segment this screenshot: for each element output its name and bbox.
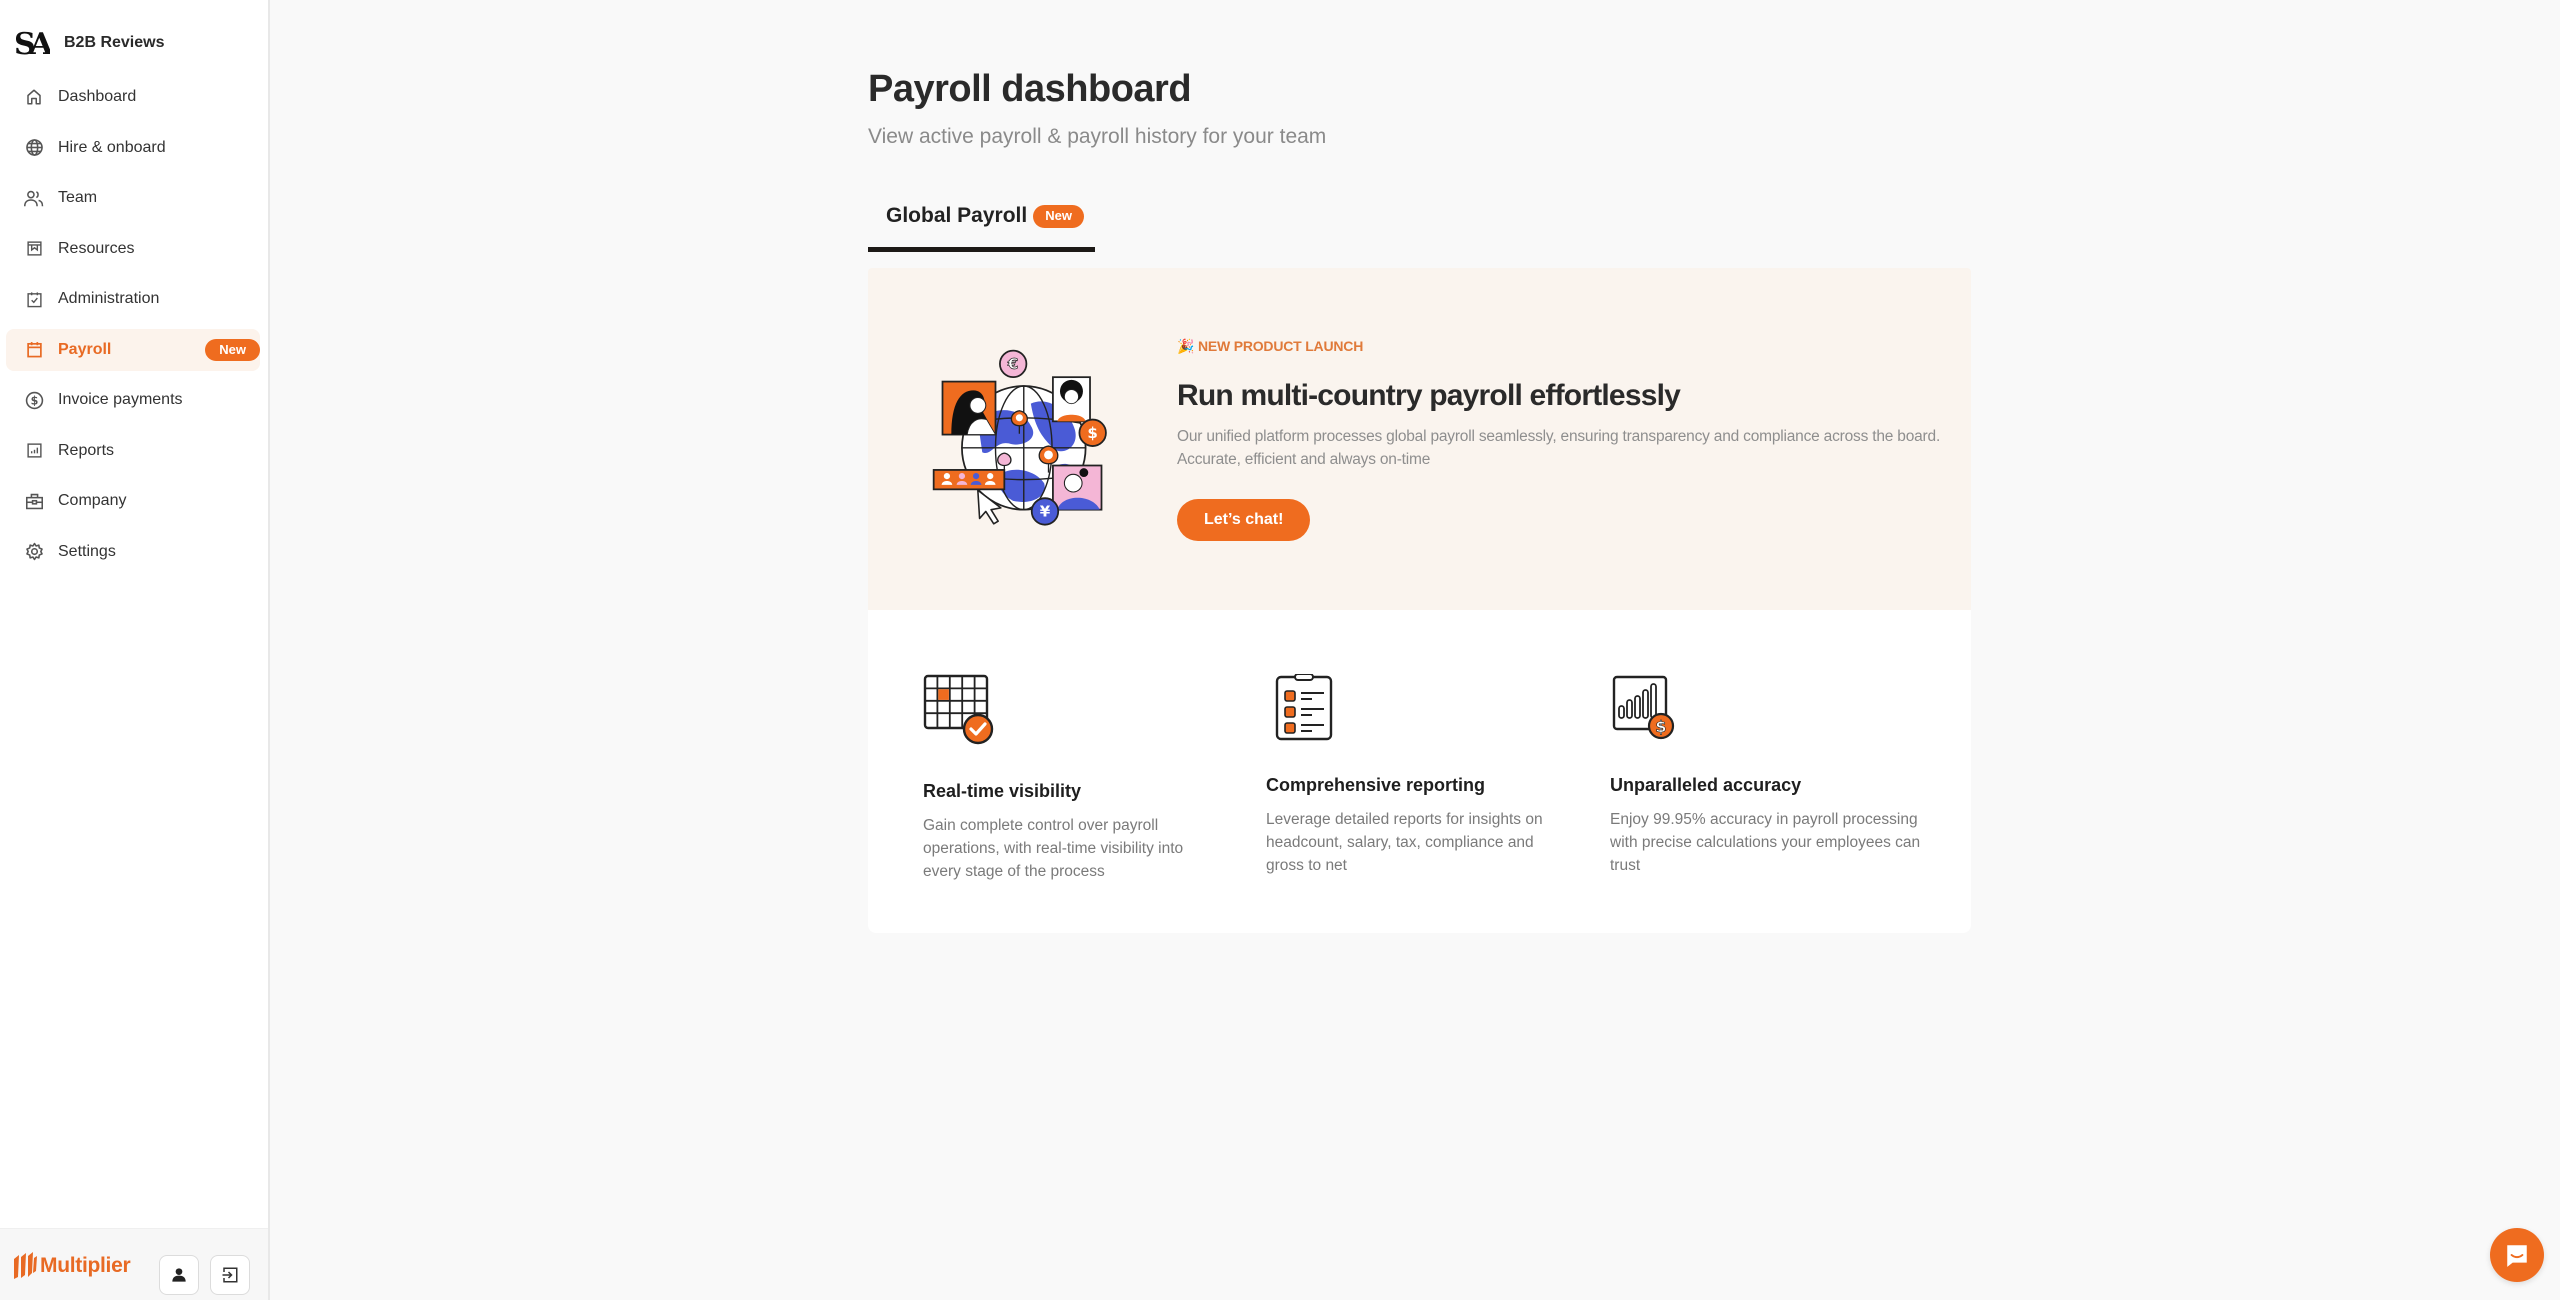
clipboard-check-icon bbox=[24, 289, 44, 309]
sidebar-footer: Multiplier bbox=[0, 1228, 268, 1300]
svg-text:$: $ bbox=[1087, 424, 1097, 442]
banner-content: 🎉 NEW PRODUCT LAUNCH Run multi-country p… bbox=[1177, 338, 1967, 541]
logout-icon bbox=[222, 1267, 238, 1283]
sidebar-item-label: Administration bbox=[58, 290, 160, 307]
party-popper-icon: 🎉 bbox=[1177, 338, 1195, 354]
globe-icon bbox=[24, 138, 44, 158]
product-launch-text: NEW PRODUCT LAUNCH bbox=[1197, 338, 1364, 354]
dollar-circle-icon: $ bbox=[24, 390, 44, 410]
product-launch-banner: € $ ¥ 🎉 NEW PRODUCT LAUNCH Run multi-cou… bbox=[868, 268, 1971, 610]
multiplier-logo-text: Multiplier bbox=[40, 1254, 131, 1277]
new-badge: New bbox=[205, 338, 260, 361]
features-panel: Real-time visibility Gain complete contr… bbox=[868, 610, 1971, 933]
global-payroll-illustration: € $ ¥ bbox=[932, 349, 1107, 526]
svg-text:€: € bbox=[1007, 355, 1018, 373]
svg-text:$: $ bbox=[1655, 717, 1666, 736]
banner-description: Our unified platform processes global pa… bbox=[1177, 428, 1941, 468]
feature-comprehensive-reporting: Comprehensive reporting Leverage detaile… bbox=[1266, 673, 1566, 877]
brand[interactable]: SA B2B Reviews bbox=[14, 26, 165, 60]
feature-title: Real-time visibility bbox=[923, 781, 1082, 801]
page-subtitle: View active payroll & payroll history fo… bbox=[868, 125, 1327, 148]
sidebar-item-administration[interactable]: Administration bbox=[6, 278, 260, 320]
sidebar-item-company[interactable]: Company bbox=[6, 480, 260, 522]
sidebar-item-label: Invoice payments bbox=[58, 391, 183, 408]
calendar-icon bbox=[24, 340, 44, 360]
sidebar-item-label: Reports bbox=[58, 441, 115, 459]
archive-icon bbox=[24, 239, 44, 259]
svg-text:SA: SA bbox=[14, 27, 50, 60]
home-icon bbox=[24, 87, 44, 107]
users-icon bbox=[24, 188, 44, 208]
sidebar-item-label: Company bbox=[58, 492, 127, 509]
sidebar-item-label: Resources bbox=[58, 239, 135, 257]
sidebar-item-label: Hire & onboard bbox=[58, 138, 166, 156]
calendar-check-icon bbox=[923, 674, 994, 745]
feature-description: Gain complete control over payroll opera… bbox=[923, 817, 1184, 880]
tab-global-payroll[interactable]: Global Payroll New bbox=[868, 196, 1095, 252]
multiplier-mark-icon bbox=[14, 1252, 37, 1279]
tab-bar: Global Payroll New bbox=[868, 196, 1095, 252]
lets-chat-button[interactable]: Let’s chat! bbox=[1177, 499, 1311, 541]
sidebar-item-label: Payroll bbox=[58, 340, 112, 358]
feature-real-time-visibility: Real-time visibility Gain complete contr… bbox=[923, 674, 1223, 883]
brand-logo-icon: SA bbox=[14, 27, 50, 60]
svg-text:¥: ¥ bbox=[1040, 503, 1051, 521]
clipboard-list-icon bbox=[1275, 673, 1333, 741]
sidebar-item-label: Settings bbox=[58, 542, 116, 560]
profile-button[interactable] bbox=[159, 1255, 199, 1295]
sidebar-item-payroll[interactable]: Payroll New bbox=[6, 328, 260, 371]
feature-title: Unparalleled accuracy bbox=[1610, 775, 1802, 795]
briefcase-icon bbox=[24, 491, 44, 511]
product-launch-label: 🎉 NEW PRODUCT LAUNCH bbox=[1177, 338, 1967, 355]
sidebar-item-invoice-payments[interactable]: $ Invoice payments bbox=[6, 379, 260, 421]
sidebar-item-resources[interactable]: Resources bbox=[6, 228, 260, 270]
sidebar-item-dashboard[interactable]: Dashboard bbox=[6, 76, 260, 118]
chat-support-button[interactable] bbox=[2490, 1228, 2544, 1282]
gear-icon bbox=[24, 542, 44, 562]
sidebar-item-reports[interactable]: Reports bbox=[6, 430, 260, 472]
sidebar: SA B2B Reviews Dashboard Hire & onboard … bbox=[0, 0, 270, 1300]
feature-description: Enjoy 99.95% accuracy in payroll process… bbox=[1610, 811, 1921, 874]
feature-title: Comprehensive reporting bbox=[1266, 775, 1486, 795]
multiplier-logo[interactable]: Multiplier bbox=[12, 1251, 131, 1281]
banner-title: Run multi-country payroll effortlessly bbox=[1177, 379, 1681, 412]
chat-icon bbox=[2507, 1245, 2527, 1267]
chart-dollar-icon: $ bbox=[1612, 675, 1675, 740]
person-icon bbox=[172, 1268, 186, 1282]
feature-unparalleled-accuracy: $ Unparalleled accuracy Enjoy 99.95% acc… bbox=[1610, 674, 1930, 877]
sidebar-item-settings[interactable]: Settings bbox=[6, 531, 260, 573]
logout-button[interactable] bbox=[210, 1255, 250, 1295]
sidebar-item-label: Team bbox=[58, 189, 98, 206]
svg-text:$: $ bbox=[30, 394, 38, 407]
sidebar-item-hire-onboard[interactable]: Hire & onboard bbox=[6, 127, 260, 169]
sidebar-item-team[interactable]: Team bbox=[6, 177, 260, 219]
page-title: Payroll dashboard bbox=[868, 68, 1192, 110]
new-badge: New bbox=[1033, 205, 1084, 228]
tab-label: Global Payroll bbox=[886, 204, 1028, 227]
sidebar-nav: Dashboard Hire & onboard Team Resources … bbox=[6, 76, 260, 581]
bar-chart-icon bbox=[24, 441, 44, 461]
feature-description: Leverage detailed reports for insights o… bbox=[1266, 811, 1543, 874]
brand-name: B2B Reviews bbox=[64, 34, 165, 51]
sidebar-item-label: Dashboard bbox=[58, 88, 137, 105]
